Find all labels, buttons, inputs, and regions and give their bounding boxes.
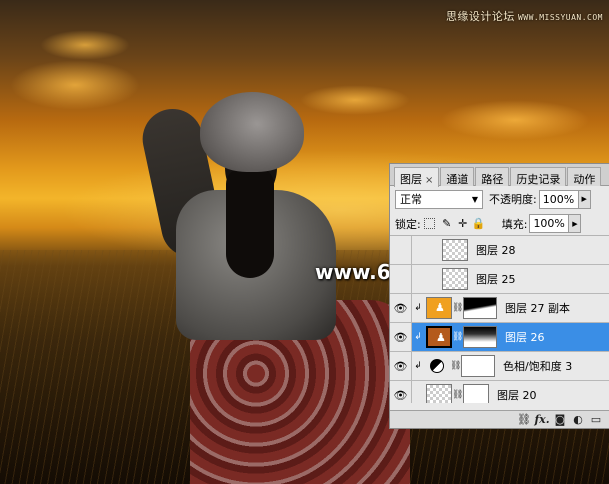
tab-history[interactable]: 历史记录 <box>510 167 567 186</box>
layer-thumbnail <box>442 239 468 261</box>
clipping-arrow-icon: ↲ <box>414 361 422 371</box>
mask-icon[interactable]: ◙ <box>551 413 569 426</box>
woman-hair <box>226 168 274 278</box>
layer-row-20[interactable]: 👁 ⛓ 图层 20 <box>390 381 609 403</box>
layer-mask-thumbnail[interactable] <box>463 384 489 403</box>
chevron-down-icon: ▼ <box>471 194 478 204</box>
link-icon[interactable]: ⛓ <box>452 390 463 400</box>
tab-label: 图层 <box>400 173 422 186</box>
layer-mask-thumbnail[interactable] <box>463 326 497 348</box>
blend-mode-select[interactable]: 正常 ▼ <box>395 189 483 209</box>
layer-row-26[interactable]: 👁 ↲ ♟ ⛓ 图层 26 <box>390 323 609 352</box>
layer-name[interactable]: 图层 28 <box>476 242 516 258</box>
tab-actions[interactable]: 动作 <box>567 167 602 186</box>
tab-label: 路径 <box>481 173 504 186</box>
eye-icon[interactable]: 👁 <box>390 323 412 351</box>
woman-hat <box>200 92 304 172</box>
close-icon[interactable]: × <box>425 175 433 186</box>
layers-panel: 图层 × 通道 路径 历史记录 动作 正常 ▼ 不透明度: 100% ▶ 锁定: … <box>389 163 609 429</box>
layer-name[interactable]: 图层 25 <box>476 271 516 287</box>
fill-label: 填充: <box>501 217 528 231</box>
layer-thumbnail <box>442 268 468 290</box>
tab-label: 动作 <box>573 173 596 186</box>
visibility-toggle[interactable]: ● <box>390 236 412 264</box>
link-icon[interactable]: ⛓ <box>452 332 463 342</box>
layer-name[interactable]: 图层 26 <box>505 329 545 345</box>
lock-transparency-icon[interactable] <box>423 218 435 229</box>
link-icon[interactable]: ⛓ <box>515 413 533 426</box>
eye-icon[interactable]: 👁 <box>390 381 412 403</box>
tab-channels[interactable]: 通道 <box>440 167 475 186</box>
fill-layer-icon: ♟ <box>436 331 446 344</box>
folder-icon[interactable]: ▭ <box>587 413 605 426</box>
cloud <box>10 60 140 110</box>
tab-layers[interactable]: 图层 × <box>394 167 440 187</box>
fx-icon[interactable]: fx. <box>533 413 551 426</box>
tab-paths[interactable]: 路径 <box>475 167 510 186</box>
lock-all-icon[interactable]: 🔒 <box>472 217 486 231</box>
clipping-arrow-icon: ↲ <box>414 332 422 342</box>
link-icon[interactable]: ⛓ <box>450 361 461 371</box>
watermark-top: 思缘设计论坛 WWW.MISSYUAN.COM <box>446 8 603 24</box>
lock-row: 锁定: ✎ ✛ 🔒 填充: 100% ▶ <box>390 212 609 236</box>
visibility-toggle[interactable]: ● <box>390 265 412 293</box>
layer-name[interactable]: 图层 20 <box>497 387 537 403</box>
cloud <box>300 85 410 115</box>
tab-label: 历史记录 <box>516 173 561 186</box>
panel-tabs: 图层 × 通道 路径 历史记录 动作 <box>390 164 609 187</box>
layer-name[interactable]: 色相/饱和度 3 <box>503 358 572 374</box>
adjustment-layer-icon <box>430 359 444 373</box>
lock-position-icon[interactable]: ✛ <box>456 217 470 231</box>
layer-thumbnail: ♟ <box>426 297 452 319</box>
eye-icon[interactable]: 👁 <box>390 352 412 380</box>
layer-thumbnail <box>426 384 452 403</box>
opacity-label: 不透明度: <box>489 193 537 206</box>
adjustment-icon[interactable]: ◐ <box>569 413 587 426</box>
opacity-slider-button[interactable]: ▶ <box>578 189 591 209</box>
layer-mask-thumbnail[interactable] <box>461 355 495 377</box>
lock-label: 锁定: <box>395 217 421 231</box>
layer-row-27-copy[interactable]: 👁 ↲ ♟ ⛓ 图层 27 副本 <box>390 294 609 323</box>
layer-mask-thumbnail[interactable] <box>463 297 497 319</box>
watermark-top-site: WWW.MISSYUAN.COM <box>517 13 603 22</box>
layer-thumbnail: ♟ <box>426 326 452 348</box>
cloud <box>440 100 590 140</box>
layers-list: ● 图层 28 ● 图层 25 👁 ↲ ♟ ⛓ 图层 27 副本 👁 ↲ ♟ ⛓ <box>390 236 609 403</box>
lock-paint-icon[interactable]: ✎ <box>440 217 454 231</box>
blend-row: 正常 ▼ 不透明度: 100% ▶ <box>390 186 609 212</box>
eye-icon[interactable]: 👁 <box>390 294 412 322</box>
tab-label: 通道 <box>446 173 469 186</box>
layer-row-hue-saturation[interactable]: 👁 ↲ ⛓ 色相/饱和度 3 <box>390 352 609 381</box>
blend-mode-value: 正常 <box>400 193 422 206</box>
clipping-arrow-icon: ↲ <box>414 303 422 313</box>
layer-row-28[interactable]: ● 图层 28 <box>390 236 609 265</box>
opacity-field[interactable]: 100% <box>538 189 579 209</box>
watermark-top-text: 思缘设计论坛 <box>445 10 515 23</box>
link-icon[interactable]: ⛓ <box>452 303 463 313</box>
cloud <box>40 30 130 60</box>
fill-layer-icon: ♟ <box>435 301 445 314</box>
layer-row-25[interactable]: ● 图层 25 <box>390 265 609 294</box>
fill-field[interactable]: 100% <box>529 214 570 233</box>
fill-slider-button[interactable]: ▶ <box>569 214 582 233</box>
panel-footer: ⛓ fx. ◙ ◐ ▭ <box>390 410 609 428</box>
layer-name[interactable]: 图层 27 副本 <box>505 300 570 316</box>
